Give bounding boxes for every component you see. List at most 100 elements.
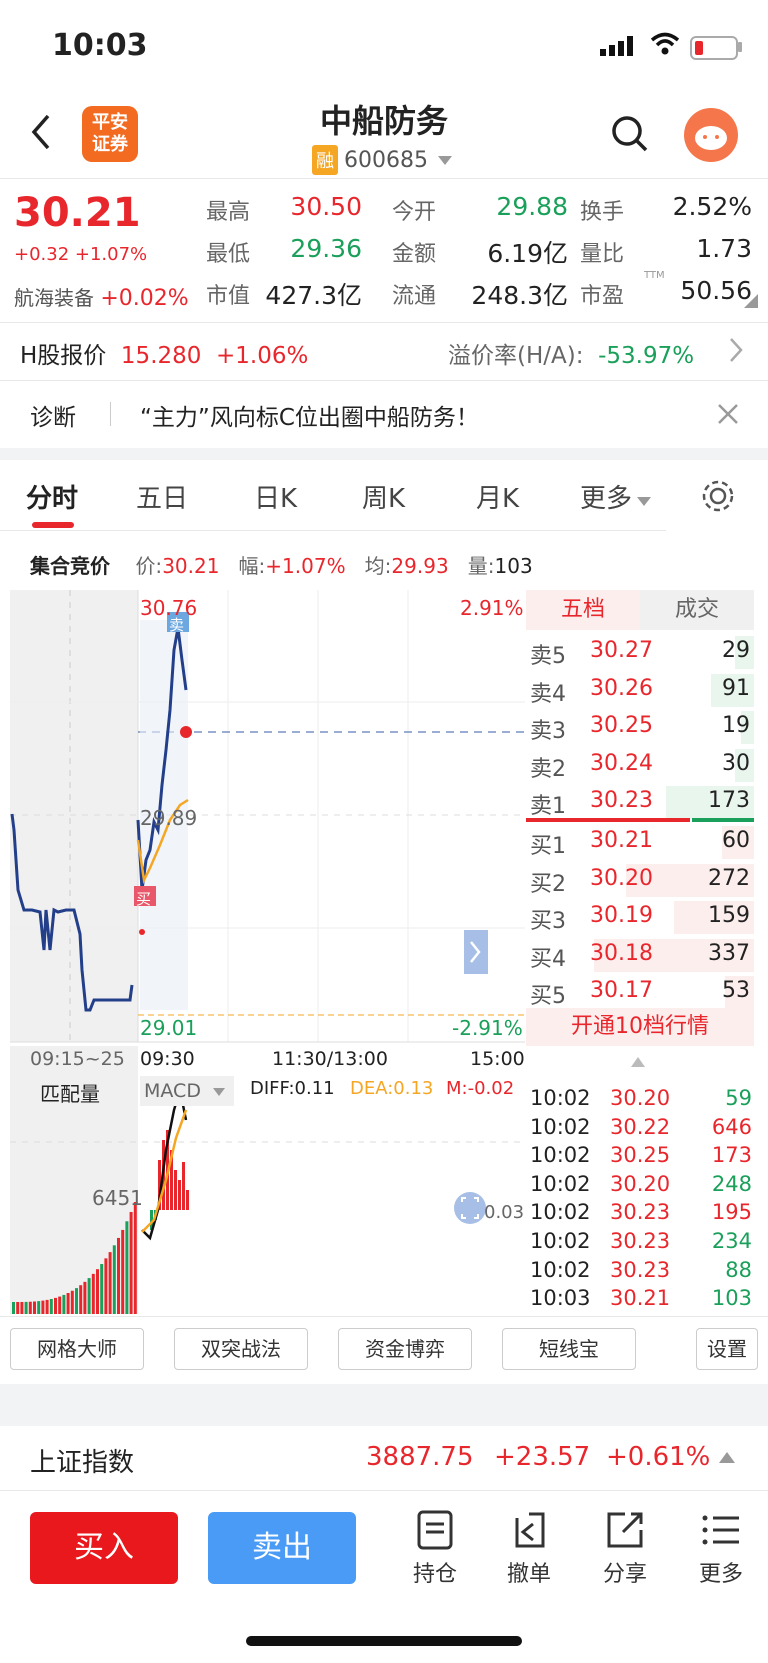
holdings-button[interactable]: 持仓 <box>400 1510 470 1588</box>
trade-volume: 173 <box>711 1143 752 1168</box>
chart-low-pct: -2.91% <box>452 1016 523 1040</box>
stat-value: 248.3亿 <box>471 281 568 310</box>
macd-axis-value: 0.03 <box>484 1202 525 1223</box>
ask-level[interactable]: 卖3 30.25 19 <box>526 709 754 746</box>
share-icon <box>607 1512 643 1548</box>
short-term-button[interactable]: 短线宝 <box>502 1328 636 1370</box>
level-volume: 53 <box>722 978 750 1004</box>
stat-value: 30.50 <box>290 192 362 221</box>
level-label: 买1 <box>530 834 566 859</box>
tab-more[interactable]: 更多 <box>580 478 652 515</box>
capital-game-button[interactable]: 资金博弈 <box>338 1328 472 1370</box>
stat-value: 29.88 <box>496 192 568 221</box>
level-volume: 60 <box>722 828 750 853</box>
volume-bar <box>79 1285 83 1314</box>
search-icon[interactable] <box>610 114 650 154</box>
stat-value: 2.52% <box>672 192 752 221</box>
chevron-right-icon[interactable] <box>728 336 744 364</box>
sell-button[interactable]: 卖出 <box>208 1512 356 1584</box>
close-icon[interactable] <box>716 402 740 426</box>
chat-face-icon <box>695 126 727 150</box>
bid-level[interactable]: 买2 30.20 272 <box>526 862 754 899</box>
volume-bar <box>20 1301 24 1314</box>
chart-high-pct: 2.91% <box>460 596 524 620</box>
level-label: 买3 <box>530 909 566 935</box>
level-volume: 159 <box>708 903 750 929</box>
tab-5day[interactable]: 五日 <box>136 478 188 515</box>
h-share-premium[interactable]: 溢价率(H/A): -53.97% <box>448 336 694 370</box>
double-breakout-button[interactable]: 双突战法 <box>174 1328 308 1370</box>
stat-value: 29.36 <box>290 234 362 263</box>
sector-info[interactable]: 航海装备 +0.02% <box>14 282 189 311</box>
chart-low-price: 29.01 <box>140 1016 198 1040</box>
trade-time: 10:02 <box>530 1257 591 1282</box>
corner-expand-icon[interactable] <box>744 294 758 308</box>
ask-level[interactable]: 卖2 30.24 30 <box>526 747 754 784</box>
grid-master-button[interactable]: 网格大师 <box>10 1328 144 1370</box>
buy-button[interactable]: 买入 <box>30 1512 178 1584</box>
trade-price: 30.20 <box>610 1171 671 1196</box>
tab-daily-k[interactable]: 日K <box>254 478 297 515</box>
ask-level[interactable]: 卖5 30.27 29 <box>526 634 754 671</box>
trade-row: 10:02 30.23 88 <box>530 1258 752 1286</box>
status-time: 10:03 <box>52 28 148 63</box>
bid-level[interactable]: 买1 30.21 60 <box>526 824 754 861</box>
level-price: 30.17 <box>590 978 653 1004</box>
tab-monthly-k[interactable]: 月K <box>476 478 519 515</box>
time-label-auction: 09:15~25 <box>30 1048 125 1070</box>
wifi-icon <box>650 32 680 55</box>
level-label: 卖5 <box>530 644 566 669</box>
upgrade-10-level-button[interactable]: 开通10档行情 <box>526 1008 754 1046</box>
status-bar: 10:03 <box>0 0 768 90</box>
scroll-up-icon[interactable] <box>630 1056 646 1068</box>
level-volume: 91 <box>722 675 750 701</box>
tab-depth[interactable]: 五档 <box>526 590 640 630</box>
trade-price: 30.22 <box>610 1114 671 1139</box>
settings-button[interactable]: 设置 <box>696 1328 758 1370</box>
index-ticker[interactable]: 上证指数 3887.75 +23.57 +0.61% <box>0 1428 768 1490</box>
volume-bar <box>91 1273 95 1314</box>
level-volume: 29 <box>722 638 750 663</box>
intraday-chart[interactable] <box>10 590 525 1314</box>
trade-time: 10:02 <box>530 1143 591 1168</box>
tab-weekly-k[interactable]: 周K <box>362 478 405 515</box>
level-price: 30.19 <box>590 903 653 929</box>
tab-intraday[interactable]: 分时 <box>26 478 78 515</box>
volume-bar <box>121 1229 125 1314</box>
volume-bar <box>70 1290 74 1314</box>
h-share-quote[interactable]: H股报价 15.280 +1.06% <box>20 336 308 370</box>
stock-code-selector[interactable]: 融 600685 <box>312 145 453 175</box>
stat-value: 6.19亿 <box>487 239 568 268</box>
ask-level[interactable]: 卖1 30.23 173 <box>526 784 754 821</box>
settings-gear-icon[interactable] <box>700 478 736 514</box>
volume-bar <box>108 1252 112 1314</box>
ask-level[interactable]: 卖4 30.26 91 <box>526 672 754 709</box>
macd-selector[interactable]: MACD <box>140 1076 234 1106</box>
trade-row: 10:02 30.23 195 <box>530 1200 752 1228</box>
caret-down-icon <box>213 1088 226 1096</box>
chart-mid-price: 29.89 <box>140 806 198 830</box>
cancel-order-button[interactable]: 撤单 <box>494 1510 564 1588</box>
more-button[interactable]: 更多 <box>686 1510 756 1588</box>
macd-m: M:-0.02 <box>446 1078 515 1099</box>
trade-time: 10:02 <box>530 1200 591 1225</box>
macd-bar <box>174 1170 177 1210</box>
bid-level[interactable]: 买5 30.17 53 <box>526 974 754 1011</box>
tab-trades[interactable]: 成交 <box>640 590 754 630</box>
assistant-avatar[interactable] <box>684 108 738 162</box>
stat-label: 量比 <box>580 242 625 267</box>
share-button[interactable]: 分享 <box>590 1510 660 1588</box>
trade-time: 10:02 <box>530 1114 591 1139</box>
macd-bar <box>178 1180 181 1210</box>
caret-down-icon <box>438 156 453 165</box>
stat-label: 最低 <box>206 242 251 267</box>
bid-level[interactable]: 买3 30.19 159 <box>526 899 754 936</box>
trade-row: 10:03 30.21 103 <box>530 1286 752 1314</box>
bid-level[interactable]: 买4 30.18 337 <box>526 937 754 974</box>
diagnosis-text[interactable]: “主力”风向标C位出圈中船防务！ <box>140 398 479 432</box>
level-price: 30.18 <box>590 940 653 966</box>
level-volume: 173 <box>708 788 750 814</box>
level-price: 30.24 <box>590 750 653 776</box>
diagnosis-label: 诊断 <box>30 405 76 431</box>
ttm-superscript: TTM <box>644 270 665 281</box>
